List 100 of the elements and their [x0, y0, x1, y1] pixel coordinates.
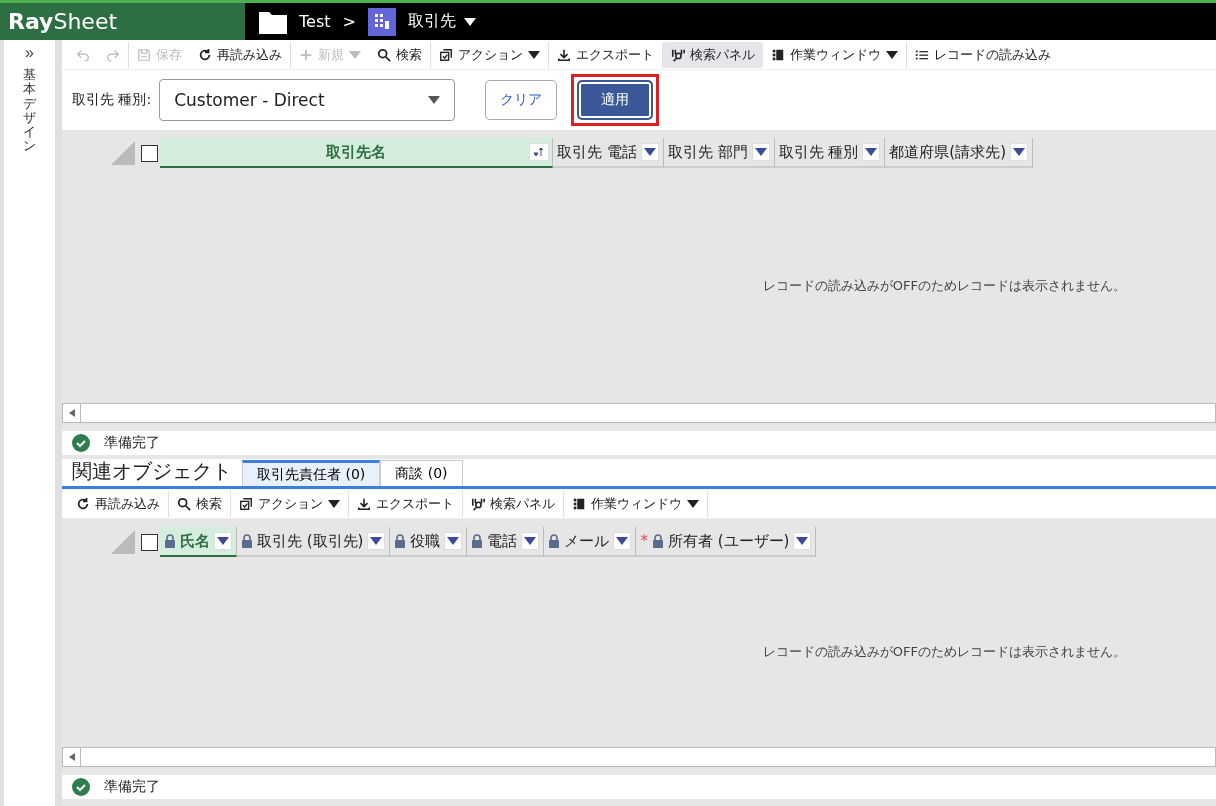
panel-icon	[572, 496, 586, 511]
caret-icon	[643, 148, 656, 156]
check-circle-icon	[72, 434, 90, 452]
column-header[interactable]: 都道府県(請求先)	[885, 138, 1034, 168]
apply-button[interactable]: 適用	[577, 80, 654, 120]
sidebar-title[interactable]: 基本デザイン	[23, 68, 36, 154]
column-filter-button[interactable]	[613, 532, 632, 550]
column-label: 所有者 (ユーザー)	[668, 531, 790, 551]
building-icon	[367, 7, 396, 36]
caret-icon	[616, 537, 629, 545]
download-icon	[557, 47, 571, 62]
toolbar-button[interactable]: アクション	[231, 490, 348, 517]
column-header[interactable]: 電話	[467, 527, 545, 557]
lock-icon	[652, 534, 664, 548]
filter-label: 取引先 種別:	[72, 91, 152, 109]
column-header[interactable]: メール	[544, 527, 637, 557]
toolbar-button[interactable]: 検索	[169, 490, 230, 517]
column-header[interactable]: 取引先名	[160, 138, 553, 168]
column-filter-button[interactable]	[793, 532, 812, 550]
column-label: 取引先 電話	[557, 142, 637, 162]
caret-icon	[796, 537, 809, 545]
caret-icon	[865, 148, 878, 156]
column-filter-button[interactable]	[521, 532, 540, 550]
checkbox-stack-icon	[239, 496, 253, 511]
caret-icon	[428, 96, 441, 104]
column-header[interactable]: 役職	[390, 527, 468, 557]
caret-icon	[1013, 148, 1026, 156]
column-filter-button[interactable]	[444, 532, 463, 550]
select-all-checkbox[interactable]	[141, 144, 158, 162]
column-label: 都道府県(請求先)	[889, 142, 1007, 162]
horizontal-scrollbar[interactable]	[62, 747, 1216, 767]
column-header[interactable]: 取引先 種別	[774, 138, 886, 168]
column-header[interactable]: 氏名	[160, 527, 237, 557]
toolbar-button[interactable]: 作業ウィンドウ	[763, 41, 906, 68]
related-tab[interactable]: 商談 (0)	[380, 460, 463, 486]
empty-message: レコードの読み込みがOFFのためレコードは表示されません。	[762, 276, 1126, 295]
caret-icon	[886, 50, 898, 59]
toolbar-button[interactable]: エクスポート	[549, 41, 662, 68]
save-icon	[137, 47, 151, 62]
caret-icon	[370, 537, 383, 545]
lock-icon	[394, 534, 407, 548]
column-label: 取引先 (取引先)	[257, 531, 364, 551]
column-label: 取引先 部門	[667, 142, 748, 162]
column-filter-button[interactable]	[1010, 143, 1029, 161]
toolbar-button[interactable]: 検索パネル	[463, 490, 563, 517]
status-text: 準備完了	[104, 434, 160, 452]
refresh-icon	[198, 47, 212, 62]
sort-button[interactable]	[529, 143, 549, 161]
toolbar-button[interactable]: 検索パネル	[663, 41, 763, 68]
toolbar-button[interactable]: 作業ウィンドウ	[564, 490, 707, 517]
column-label: 電話	[487, 531, 518, 551]
column-header[interactable]: 取引先 (取引先)	[237, 527, 391, 557]
caret-icon	[328, 499, 340, 508]
caret-icon	[217, 537, 229, 545]
app-logo: RaySheet	[0, 3, 245, 40]
toolbar-button[interactable]: 検索	[369, 41, 430, 68]
scroll-left-icon	[68, 409, 75, 417]
column-filter-button[interactable]	[367, 532, 386, 550]
horizontal-scrollbar[interactable]	[62, 403, 1216, 423]
toolbar-button[interactable]: 再読み込み	[190, 41, 290, 68]
column-filter-button[interactable]	[751, 143, 770, 161]
breadcrumb-item[interactable]: Test	[299, 12, 331, 31]
column-header[interactable]: 取引先 電話	[553, 138, 664, 168]
toolbar-button[interactable]: エクスポート	[349, 490, 462, 517]
toolbar-button[interactable]: アクション	[431, 41, 548, 68]
column-label: 取引先 種別	[778, 142, 859, 162]
search-icon	[177, 496, 191, 511]
required-mark: *	[640, 532, 648, 550]
column-label: 氏名	[180, 531, 210, 551]
search-icon	[377, 47, 391, 62]
caret-icon	[524, 537, 537, 545]
select-all-corner-icon	[111, 141, 135, 165]
checkbox-stack-icon	[439, 47, 453, 62]
related-title: 関連オブジェクト	[71, 458, 233, 485]
search-panel-icon	[471, 496, 485, 511]
related-tab[interactable]: 取引先責任者 (0)	[242, 460, 381, 486]
column-label: メール	[564, 531, 610, 551]
redo-icon	[106, 47, 120, 62]
column-filter-button[interactable]	[862, 143, 881, 161]
type-select[interactable]: Customer - Direct	[159, 79, 456, 121]
select-all-checkbox[interactable]	[141, 533, 158, 551]
lock-icon	[548, 534, 561, 548]
lock-icon	[471, 534, 484, 548]
column-header[interactable]: 取引先 部門	[663, 138, 775, 168]
caret-icon	[447, 537, 460, 545]
toolbar-button[interactable]: レコードの読み込み	[907, 41, 1059, 68]
panel-icon	[771, 47, 785, 62]
select-all-corner-icon	[111, 530, 135, 554]
column-filter-button[interactable]	[214, 532, 232, 550]
breadcrumb-separator: >	[342, 12, 356, 31]
refresh-icon	[76, 496, 90, 511]
column-filter-button[interactable]	[640, 143, 659, 161]
expand-button[interactable]: »	[25, 44, 34, 62]
sort-icon	[533, 147, 545, 157]
clear-button[interactable]: クリア	[485, 80, 558, 120]
breadcrumb-item[interactable]: 取引先	[407, 11, 476, 32]
folder-icon	[259, 9, 287, 34]
caret-icon	[754, 148, 767, 156]
column-header[interactable]: * 所有者 (ユーザー)	[636, 527, 817, 557]
toolbar-button[interactable]: 再読み込み	[68, 490, 168, 517]
